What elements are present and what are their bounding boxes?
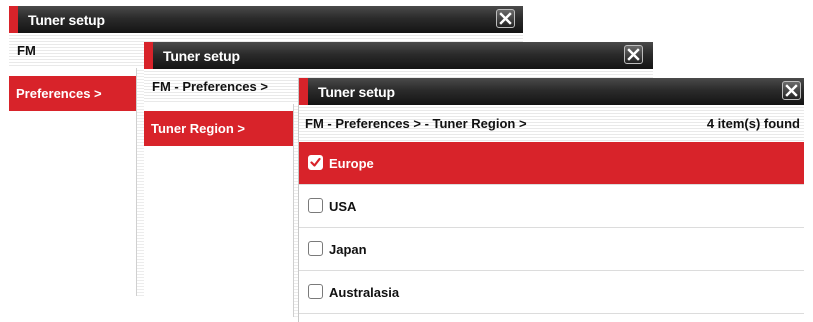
list-item-label: Australasia <box>329 285 400 300</box>
window-titlebar: Tuner setup <box>9 6 523 33</box>
breadcrumb: FM - Preferences > - Tuner Region > 4 it… <box>299 105 804 142</box>
checkbox[interactable] <box>308 284 323 299</box>
menu-item-label: Tuner Region > <box>151 121 246 136</box>
breadcrumb-path: FM - Preferences > - Tuner Region > <box>305 116 527 131</box>
window-title: Tuner setup <box>163 48 240 64</box>
item-count: 4 item(s) found <box>706 116 800 131</box>
checkbox[interactable] <box>308 155 323 170</box>
region-list: Europe USA Japan Australasia <box>299 142 804 322</box>
close-button[interactable] <box>624 45 643 64</box>
breadcrumb-path: FM - Preferences > <box>152 79 268 94</box>
title-accent <box>144 42 153 69</box>
list-item-usa[interactable]: USA <box>299 185 804 227</box>
title-accent <box>299 78 308 105</box>
window-title: Tuner setup <box>318 84 395 100</box>
window-titlebar: Tuner setup <box>144 42 653 69</box>
menu-item-tuner-region[interactable]: Tuner Region > <box>144 111 293 146</box>
window-title: Tuner setup <box>28 12 105 28</box>
close-button[interactable] <box>496 9 515 28</box>
list-item-label: Japan <box>329 242 367 257</box>
menu-item-label: Preferences > <box>16 86 102 101</box>
list-item-japan[interactable]: Japan <box>299 228 804 270</box>
checkmark-icon <box>310 157 321 167</box>
close-icon <box>627 48 640 61</box>
divider <box>299 313 804 314</box>
category-pane: Tuner Region > <box>144 104 294 317</box>
close-button[interactable] <box>782 81 801 100</box>
title-accent <box>9 6 18 33</box>
list-item-australasia[interactable]: Australasia <box>299 271 804 313</box>
breadcrumb-path: FM <box>17 43 36 58</box>
menu-item-preferences[interactable]: Preferences > <box>9 76 136 111</box>
close-icon <box>499 12 512 25</box>
list-item-label: USA <box>329 199 357 214</box>
close-icon <box>785 84 798 97</box>
window-titlebar: Tuner setup <box>299 78 804 105</box>
list-item-europe[interactable]: Europe <box>299 142 804 184</box>
tuner-setup-window-3: Tuner setup FM - Preferences > - Tuner R… <box>298 78 804 322</box>
checkbox[interactable] <box>308 241 323 256</box>
list-item-label: Europe <box>329 156 374 171</box>
category-pane: Preferences > <box>9 68 137 296</box>
checkbox[interactable] <box>308 198 323 213</box>
